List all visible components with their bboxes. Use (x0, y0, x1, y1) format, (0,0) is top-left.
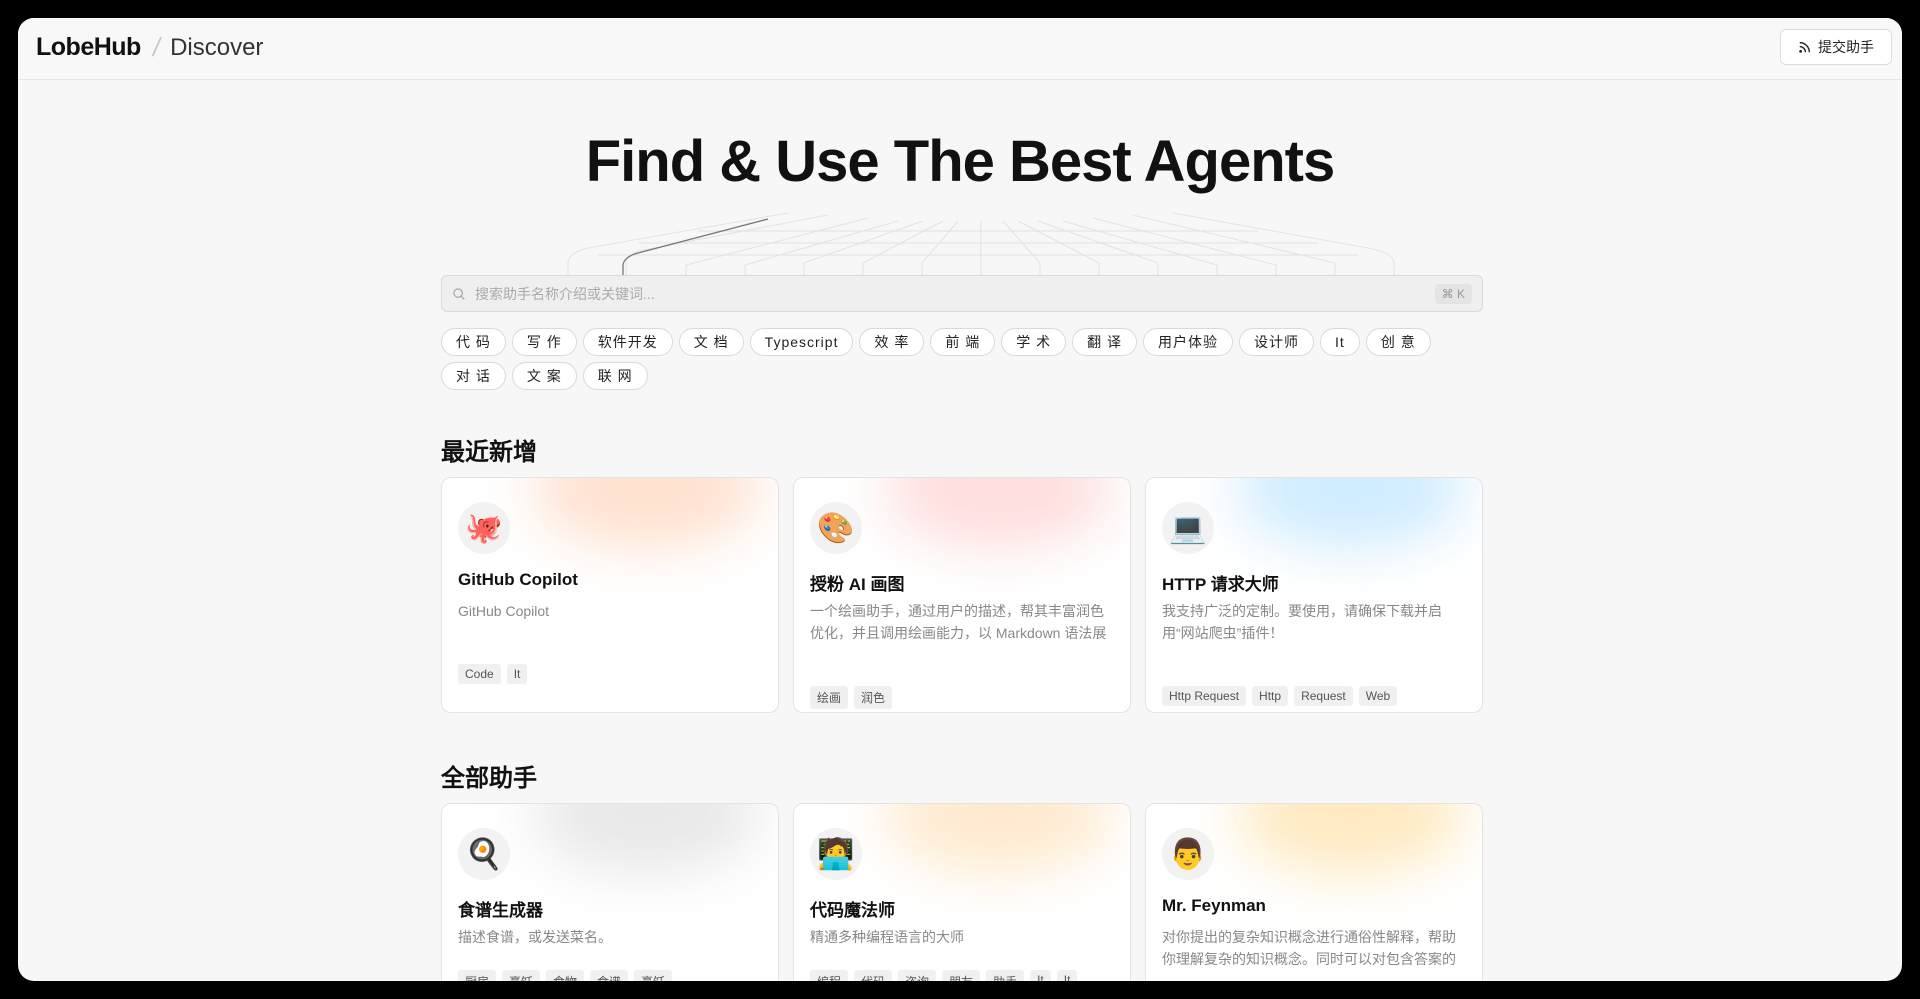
agent-card[interactable]: 🎨 授粉 AI 画图 一个绘画助手，通过用户的描述，帮其丰富润色优化，并且调用绘… (793, 477, 1131, 713)
agent-tag[interactable]: 食物 (546, 970, 585, 981)
agent-tags: Http Request Http Request Web (1162, 686, 1398, 706)
agent-tag[interactable]: 编程 (810, 970, 849, 981)
frying-pan-icon: 🍳 (465, 836, 503, 872)
card-glow (532, 478, 762, 548)
agent-tags: 绘画 润色 (810, 686, 893, 709)
agent-description: GitHub Copilot (458, 603, 550, 619)
app-window: LobeHub / Discover 提交助手 Find & Use The B… (18, 18, 1902, 981)
all-card-list: 🍳 食谱生成器 描述食谱，或发送菜名。 厨房 烹饪 食物 食谱 烹饪 🧑‍💻 代… (441, 803, 1483, 981)
agent-description: 对你提出的复杂知识概念进行通俗性解释，帮助你理解复杂的知识概念。同时可以对包含答… (1162, 929, 1456, 967)
agent-tags: 编程 代码 咨询 朋友 助手 It It (810, 970, 1078, 981)
tag-filter-list: 代 码 写 作 软件开发 文 档 Typescript 效 率 前 端 学 术 … (441, 328, 1491, 390)
tag-chip[interactable]: 代 码 (441, 328, 506, 356)
submit-agent-label: 提交助手 (1818, 39, 1874, 55)
agent-title: Mr. Feynman (1162, 896, 1266, 915)
tag-chip[interactable]: 文 档 (678, 328, 744, 356)
card-glow (1236, 804, 1466, 874)
agent-tag[interactable]: 绘画 (810, 686, 849, 709)
agent-card[interactable]: 🍳 食谱生成器 描述食谱，或发送菜名。 厨房 烹饪 食物 食谱 烹饪 (441, 803, 779, 981)
agent-tag[interactable]: Request (1294, 686, 1353, 706)
tag-chip[interactable]: It (1320, 328, 1360, 356)
card-glow (532, 804, 762, 874)
agent-card[interactable]: 👨 Mr. Feynman 对你提出的复杂知识概念进行通俗性解释，帮助你理解复杂… (1145, 803, 1483, 981)
agent-tags: Code It (458, 664, 528, 684)
agent-tag[interactable]: 厨房 (458, 970, 497, 981)
technologist-icon: 🧑‍💻 (817, 836, 855, 872)
tag-chip[interactable]: 效 率 (859, 328, 925, 356)
agent-tag[interactable]: 食谱 (590, 970, 629, 981)
section-title-recent: 最近新增 (441, 439, 537, 466)
section-title-all: 全部助手 (441, 765, 537, 792)
agent-tag[interactable]: 烹饪 (634, 970, 673, 981)
submit-agent-button[interactable]: 提交助手 (1780, 29, 1892, 65)
agent-tags: 厨房 烹饪 食物 食谱 烹饪 (458, 970, 673, 981)
lobehub-logo[interactable]: LobeHub (36, 33, 141, 62)
card-glow (884, 804, 1114, 874)
agent-title: HTTP 请求大师 (1162, 575, 1279, 594)
shortcut-hint: ⌘ K (1434, 283, 1472, 304)
tag-chip[interactable]: 设计师 (1239, 328, 1315, 356)
palette-icon: 🎨 (817, 510, 855, 546)
agent-avatar: 🧑‍💻 (810, 828, 862, 880)
search-icon (453, 287, 465, 300)
tag-chip[interactable]: 学 术 (1001, 328, 1067, 356)
agent-description: 我支持广泛的定制。要使用，请确保下载并启用“网站爬虫”插件！ (1162, 603, 1442, 641)
agent-title: 食谱生成器 (458, 901, 543, 920)
tag-chip[interactable]: 软件开发 (582, 328, 673, 356)
agent-avatar: 🎨 (810, 502, 862, 554)
search-bar[interactable]: ⌘ K (441, 275, 1483, 312)
agent-tag[interactable]: Code (458, 664, 501, 684)
agent-description: 精通多种编程语言的大师 (810, 929, 964, 945)
agent-tag[interactable]: 代码 (854, 970, 893, 981)
recent-card-list: 🐙 GitHub Copilot GitHub Copilot Code It … (441, 477, 1483, 713)
breadcrumb-separator: / (150, 32, 163, 62)
agent-tag[interactable]: 咨询 (898, 970, 937, 981)
agent-avatar: 🐙 (458, 502, 510, 554)
agent-title: 代码魔法师 (810, 901, 895, 920)
agent-avatar: 💻 (1162, 502, 1214, 554)
card-glow (884, 478, 1114, 548)
agent-card[interactable]: 🧑‍💻 代码魔法师 精通多种编程语言的大师 编程 代码 咨询 朋友 助手 It … (793, 803, 1131, 981)
agent-tag[interactable]: 润色 (854, 686, 893, 709)
tag-chip[interactable]: 翻 译 (1072, 328, 1138, 356)
hero-title: Find & Use The Best Agents (585, 129, 1336, 194)
card-glow (1236, 478, 1466, 548)
agent-title: GitHub Copilot (458, 570, 578, 589)
tag-chip[interactable]: 对 话 (441, 362, 506, 390)
agent-avatar: 👨 (1162, 828, 1214, 880)
agent-tag[interactable]: It (1030, 970, 1051, 981)
agent-tag[interactable]: Http Request (1162, 686, 1247, 706)
octopus-icon: 🐙 (465, 510, 503, 546)
agent-title: 授粉 AI 画图 (810, 575, 905, 594)
tag-chip[interactable]: 用户体验 (1143, 328, 1234, 356)
tag-chip[interactable]: 写 作 (511, 328, 577, 356)
agent-tag[interactable]: Web (1358, 686, 1398, 706)
agent-card[interactable]: 💻 HTTP 请求大师 我支持广泛的定制。要使用，请确保下载并启用“网站爬虫”插… (1145, 477, 1483, 713)
agent-description: 描述食谱，或发送菜名。 (458, 929, 612, 945)
agent-card[interactable]: 🐙 GitHub Copilot GitHub Copilot Code It (441, 477, 779, 713)
tag-chip[interactable]: Typescript (749, 328, 854, 356)
tag-chip[interactable]: 文 案 (511, 362, 577, 390)
agent-tag[interactable]: Http (1252, 686, 1289, 706)
rss-icon (1799, 41, 1811, 53)
agent-description: 一个绘画助手，通过用户的描述，帮其丰富润色优化，并且调用绘画能力，以 Markd… (810, 603, 1107, 641)
tag-chip[interactable]: 前 端 (930, 328, 996, 356)
brand[interactable]: LobeHub / Discover (36, 32, 263, 63)
tag-chip[interactable]: 创 意 (1365, 328, 1431, 356)
agent-tag[interactable]: It (506, 664, 528, 684)
search-input[interactable] (475, 285, 1435, 302)
agent-avatar: 🍳 (458, 828, 510, 880)
agent-tag[interactable]: It (1056, 970, 1078, 981)
top-bar: LobeHub / Discover 提交助手 (18, 18, 1902, 80)
laptop-icon: 💻 (1169, 510, 1207, 546)
man-face-icon: 👨 (1169, 836, 1207, 872)
perspective-grid-decoration (567, 212, 1395, 283)
agent-tag[interactable]: 烹饪 (502, 970, 541, 981)
tag-chip[interactable]: 联 网 (582, 362, 648, 390)
agent-tag[interactable]: 朋友 (942, 970, 981, 981)
page-name: Discover (170, 33, 264, 61)
agent-tag[interactable]: 助手 (986, 970, 1025, 981)
